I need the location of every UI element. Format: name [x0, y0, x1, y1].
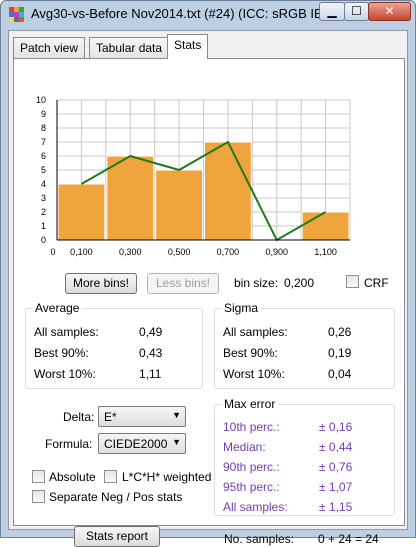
maximize-icon: ☐ — [351, 4, 362, 18]
average-all-label: All samples: — [34, 325, 99, 339]
p10-label: 10th perc.: — [223, 420, 280, 434]
average-worst-value: 1,11 — [139, 367, 162, 381]
samples-label: No. samples: — [224, 532, 295, 546]
bin-size-value: 0,200 — [284, 276, 315, 290]
minimize-icon: ▁ — [327, 4, 337, 18]
sigma-worst-value: 0,04 — [328, 367, 352, 381]
y-tick-label: 8 — [41, 123, 46, 133]
average-worst-label: Worst 10%: — [34, 367, 96, 381]
sigma-all-value: 0,26 — [328, 325, 352, 339]
tab-patch-view[interactable]: Patch view — [13, 37, 86, 58]
histogram-bar — [301, 211, 350, 241]
tab-label: Tabular data — [96, 41, 163, 55]
p95-value: ± 1,07 — [319, 480, 353, 494]
lch-weighted-checkbox[interactable] — [104, 470, 117, 483]
x-tick-labels: 0 0,100 0,300 0,500 0,700 0,900 1,100 — [50, 247, 336, 257]
more-bins-button[interactable]: More bins! — [65, 273, 137, 294]
histogram-chart: 0 1 2 3 4 5 6 7 8 9 10 0 0,100 0,300 0,500 0,700 0,900 1… — [36, 95, 351, 257]
max-error-title: Max error — [221, 397, 279, 411]
average-title: Average — [32, 301, 83, 315]
bin-size-label: bin size: — [234, 276, 279, 290]
y-tick-label: 3 — [41, 193, 46, 203]
window-title: Avg30-vs-Before Nov2014.txt (#24) (ICC: … — [31, 6, 343, 21]
formula-label: Formula: — [45, 437, 93, 451]
crf-label: CRF — [364, 276, 389, 290]
x-tick-label: 0,300 — [119, 247, 142, 257]
lch-weighted-label: L*C*H* weighted — [122, 470, 212, 484]
max-error-group: Max error 10th perc.: ± 0,16 Median: ± 0… — [214, 397, 395, 516]
x-tick-label: 0,100 — [70, 247, 93, 257]
delta-select[interactable]: E* ▼ — [98, 406, 186, 427]
y-tick-label: 9 — [41, 109, 46, 119]
x-tick-label: 1,100 — [314, 247, 337, 257]
y-tick-label: 6 — [41, 151, 46, 161]
sigma-title: Sigma — [221, 301, 262, 315]
separate-stats-checkbox[interactable] — [32, 490, 45, 503]
histogram-bar — [204, 141, 252, 241]
delta-label: Delta: — [63, 410, 95, 424]
x-tick-label: 0,700 — [217, 247, 240, 257]
median-value: ± 0,44 — [319, 440, 353, 454]
all-samples-value: ± 1,15 — [319, 500, 353, 514]
x-tick-label: 0 — [50, 247, 55, 257]
y-tick-label: 10 — [36, 95, 46, 105]
sigma-worst-label: Worst 10%: — [223, 367, 285, 381]
sigma-all-label: All samples: — [223, 325, 288, 339]
crf-checkbox[interactable] — [346, 275, 359, 288]
maximize-button[interactable]: ☐ — [344, 2, 369, 21]
sigma-best-value: 0,19 — [328, 346, 352, 360]
x-tick-label: 0,500 — [168, 247, 191, 257]
tab-label: Stats — [174, 38, 202, 52]
close-icon: ✕ — [384, 4, 395, 18]
title-bar[interactable]: Avg30-vs-Before Nov2014.txt (#24) (ICC: … — [1, 1, 415, 27]
app-window: Avg30-vs-Before Nov2014.txt (#24) (ICC: … — [0, 0, 416, 547]
absolute-checkbox[interactable] — [32, 470, 45, 483]
all-samples-label: All samples: — [223, 500, 288, 514]
app-icon — [9, 7, 25, 23]
tab-tabular-data[interactable]: Tabular data — [89, 37, 170, 58]
stats-panel: 0 1 2 3 4 5 6 7 8 9 10 0 0,100 0,300 0,500 0,700 0,900 1… — [13, 58, 405, 547]
y-tick-label: 5 — [41, 165, 46, 175]
median-label: Median: — [223, 440, 266, 454]
minimize-button[interactable]: ▁ — [319, 2, 345, 21]
p90-label: 90th perc.: — [223, 460, 280, 474]
histogram-bar — [106, 155, 155, 241]
average-best-label: Best 90%: — [34, 346, 89, 360]
y-tick-label: 4 — [41, 179, 46, 189]
separate-stats-label: Separate Neg / Pos stats — [49, 490, 183, 504]
client-area: Patch view Tabular data Stats 0 1 2 3 4 5 6 7 8 9… — [8, 30, 408, 547]
absolute-label: Absolute — [49, 470, 96, 484]
average-group: Average All samples: 0,49 Best 90%: 0,43… — [25, 301, 203, 389]
average-best-value: 0,43 — [139, 346, 163, 360]
chevron-down-icon: ▼ — [172, 437, 181, 447]
x-tick-label: 0,900 — [265, 247, 288, 257]
tab-stats[interactable]: Stats — [167, 34, 209, 59]
p10-value: ± 0,16 — [319, 420, 353, 434]
histogram-bar — [155, 169, 204, 241]
delta-value: E* — [104, 410, 117, 424]
p95-label: 95th perc.: — [223, 480, 280, 494]
samples-value: 0 + 24 = 24 — [318, 532, 379, 546]
chevron-down-icon: ▼ — [172, 410, 181, 420]
y-tick-label: 1 — [41, 221, 46, 231]
histogram-bar — [57, 183, 106, 241]
formula-select[interactable]: CIEDE2000 ▼ — [98, 433, 186, 454]
less-bins-button: Less bins! — [147, 273, 219, 294]
average-all-value: 0,49 — [139, 325, 163, 339]
sigma-best-label: Best 90%: — [223, 346, 278, 360]
y-tick-label: 0 — [41, 235, 46, 245]
y-tick-label: 7 — [41, 137, 46, 147]
p90-value: ± 0,76 — [319, 460, 353, 474]
y-tick-label: 2 — [41, 207, 46, 217]
close-button[interactable]: ✕ — [368, 2, 411, 21]
sigma-group: Sigma All samples: 0,26 Best 90%: 0,19 W… — [214, 301, 395, 389]
stats-report-button[interactable]: Stats report — [74, 526, 160, 547]
tab-label: Patch view — [20, 41, 79, 55]
formula-value: CIEDE2000 — [104, 437, 168, 451]
y-tick-labels: 0 1 2 3 4 5 6 7 8 9 10 — [36, 95, 46, 245]
